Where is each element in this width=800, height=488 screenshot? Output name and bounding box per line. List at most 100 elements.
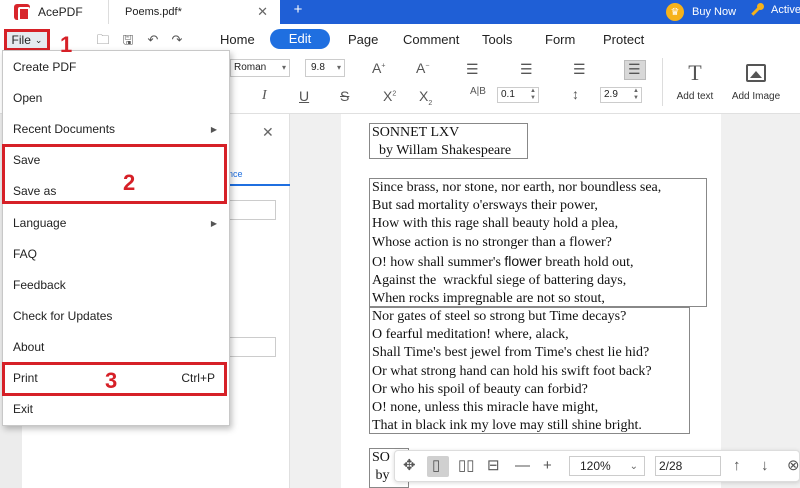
poem-line: Against the wrackful siege of battering … <box>372 273 627 289</box>
move-icon[interactable]: ✥ <box>403 457 416 475</box>
add-image-label: Add Image <box>731 91 781 102</box>
menu-item-recent-documents[interactable]: Recent Documents ▶ <box>3 114 229 145</box>
align-center-icon[interactable]: ☰ <box>520 61 533 78</box>
tab-page[interactable]: Page <box>348 32 378 47</box>
poem-line: O! none, unless this miracle have might, <box>372 400 599 416</box>
document-tab-label: Poems.pdf* <box>125 6 182 18</box>
menu-item-check-for-updates[interactable]: Check for Updates <box>3 301 229 332</box>
crown-icon: ♛ <box>666 3 684 21</box>
file-menu-button[interactable]: File ⌄ <box>4 29 50 51</box>
next-page-icon[interactable]: ↓ <box>761 457 769 475</box>
stanza-textbox[interactable]: Since brass, nor stone, nor earth, nor b… <box>369 178 707 307</box>
sonnet-author: by Willam Shakespeare <box>372 143 512 159</box>
tab-edit[interactable]: Edit <box>270 29 330 49</box>
font-family-select[interactable]: Roman ▾ <box>230 59 290 77</box>
font-size-select[interactable]: 9.8 ▾ <box>305 59 345 77</box>
tab-tools[interactable]: Tools <box>482 32 512 47</box>
menu-item-feedback[interactable]: Feedback <box>3 270 229 301</box>
step-number-3: 3 <box>105 368 118 393</box>
menu-item-label: Create PDF <box>13 60 77 74</box>
add-text-label: Add text <box>676 91 714 102</box>
panel-input[interactable] <box>228 200 276 220</box>
open-folder-icon[interactable]: 🗀 <box>96 33 110 47</box>
strikethrough-icon[interactable]: S <box>340 88 349 104</box>
decrease-font-icon[interactable]: A− <box>416 60 429 76</box>
chevron-right-icon: ▶ <box>210 125 217 134</box>
activate-button[interactable]: Active <box>750 3 800 17</box>
key-icon <box>750 3 764 17</box>
save-icon[interactable]: 🖫 <box>121 33 135 47</box>
poem-line: How with this rage shall beauty hold a p… <box>372 216 619 232</box>
undo-icon[interactable]: ↶ <box>146 33 160 47</box>
align-right-icon[interactable]: ☰ <box>573 61 586 78</box>
panel-tab-label[interactable]: nce <box>228 169 243 179</box>
document-tab[interactable]: Poems.pdf* ✕ <box>108 0 280 24</box>
underline-icon[interactable]: U <box>299 88 309 104</box>
subscript-icon[interactable]: X2 <box>419 88 432 107</box>
new-tab-button[interactable]: + <box>290 1 306 18</box>
file-menu-label: File <box>11 33 31 47</box>
menu-item-label: Check for Updates <box>13 309 113 323</box>
poem-line: Whose action is no stronger than a flowe… <box>372 234 612 250</box>
page-number-input[interactable]: 2/28 <box>655 456 721 476</box>
add-text-button[interactable]: T Add text <box>672 60 718 102</box>
poem-line: When rocks impregnable are not so stout, <box>372 291 605 307</box>
buy-now-label: Buy Now <box>692 6 737 18</box>
redo-icon[interactable]: ↷ <box>170 33 184 47</box>
font-size-value: 9.8 <box>311 62 325 73</box>
character-spacing-input[interactable]: 0.1 ▲ ▼ <box>497 87 539 103</box>
menu-item-open[interactable]: Open <box>3 83 229 114</box>
image-icon <box>746 64 766 82</box>
panel-input[interactable] <box>228 337 276 357</box>
app-tab[interactable]: AcePDF <box>0 0 108 24</box>
fit-page-icon[interactable]: ⊟ <box>487 457 500 475</box>
close-panel-icon[interactable]: ✕ <box>262 124 274 141</box>
previous-page-icon[interactable]: ↑ <box>733 457 741 475</box>
tab-comment[interactable]: Comment <box>403 32 459 47</box>
menu-item-label: Open <box>13 91 43 105</box>
ribbon-divider <box>662 58 663 106</box>
italic-icon[interactable]: I <box>262 88 267 104</box>
two-page-icon[interactable]: ▯▯ <box>458 457 475 475</box>
tab-home[interactable]: Home <box>220 32 255 47</box>
poem-line-part: breath hold out, <box>541 254 634 270</box>
menu-item-about[interactable]: About <box>3 332 229 363</box>
app-name: AcePDF <box>38 5 83 19</box>
menu-item-create-pdf[interactable]: Create PDF <box>3 52 229 83</box>
tab-protect[interactable]: Protect <box>603 32 644 47</box>
character-spacing-value: 0.1 <box>501 89 515 100</box>
spinner-icon[interactable]: ▲ ▼ <box>633 88 639 102</box>
zoom-in-icon[interactable]: + <box>543 457 552 475</box>
poem-line: Nor gates of steel so strong but Time de… <box>372 309 627 324</box>
line-spacing-input[interactable]: 2.9 ▲ ▼ <box>600 87 642 103</box>
chevron-down-icon: ⌄ <box>34 34 43 45</box>
superscript-icon[interactable]: X2 <box>383 88 396 104</box>
buy-now-button[interactable]: ♛ Buy Now <box>666 3 736 21</box>
close-tab-icon[interactable]: ✕ <box>257 4 268 20</box>
character-spacing-icon: A|B <box>470 86 486 97</box>
close-toolbar-icon[interactable]: ⊗ <box>787 457 800 475</box>
menu-item-exit[interactable]: Exit <box>3 394 229 425</box>
menu-item-label: Recent Documents <box>13 122 116 136</box>
stanza-textbox[interactable]: Nor gates of steel so strong but Time de… <box>369 307 690 434</box>
sonnet-title-textbox[interactable]: SONNET LXV by Willam Shakespeare <box>369 123 528 159</box>
menu-item-faq[interactable]: FAQ <box>3 239 229 270</box>
sonnet-title: SONNET LXV <box>372 125 460 140</box>
align-justify-icon: ☰ <box>628 61 641 77</box>
menu-item-language[interactable]: Language ▶ <box>3 208 229 239</box>
add-image-button[interactable]: Add Image <box>728 60 784 102</box>
zoom-value: 120% <box>580 459 611 473</box>
zoom-select[interactable]: 120% ⌄ <box>569 456 645 476</box>
menu-item-label: Exit <box>13 402 34 416</box>
increase-font-icon[interactable]: A+ <box>372 60 385 76</box>
chevron-down-icon: ▾ <box>281 63 286 72</box>
align-left-icon[interactable]: ☰ <box>466 61 479 78</box>
line-spacing-icon: ↕ <box>572 86 579 102</box>
zoom-out-icon[interactable]: — <box>515 457 530 475</box>
chevron-down-icon: ▾ <box>336 63 341 72</box>
tab-form[interactable]: Form <box>545 32 575 47</box>
spinner-icon[interactable]: ▲ ▼ <box>530 88 536 102</box>
poem-line-part: O! how shall summer's <box>372 254 505 270</box>
menu-item-label: Feedback <box>13 278 66 292</box>
poem-line: O! how shall summer's flower breath hold… <box>372 252 706 272</box>
